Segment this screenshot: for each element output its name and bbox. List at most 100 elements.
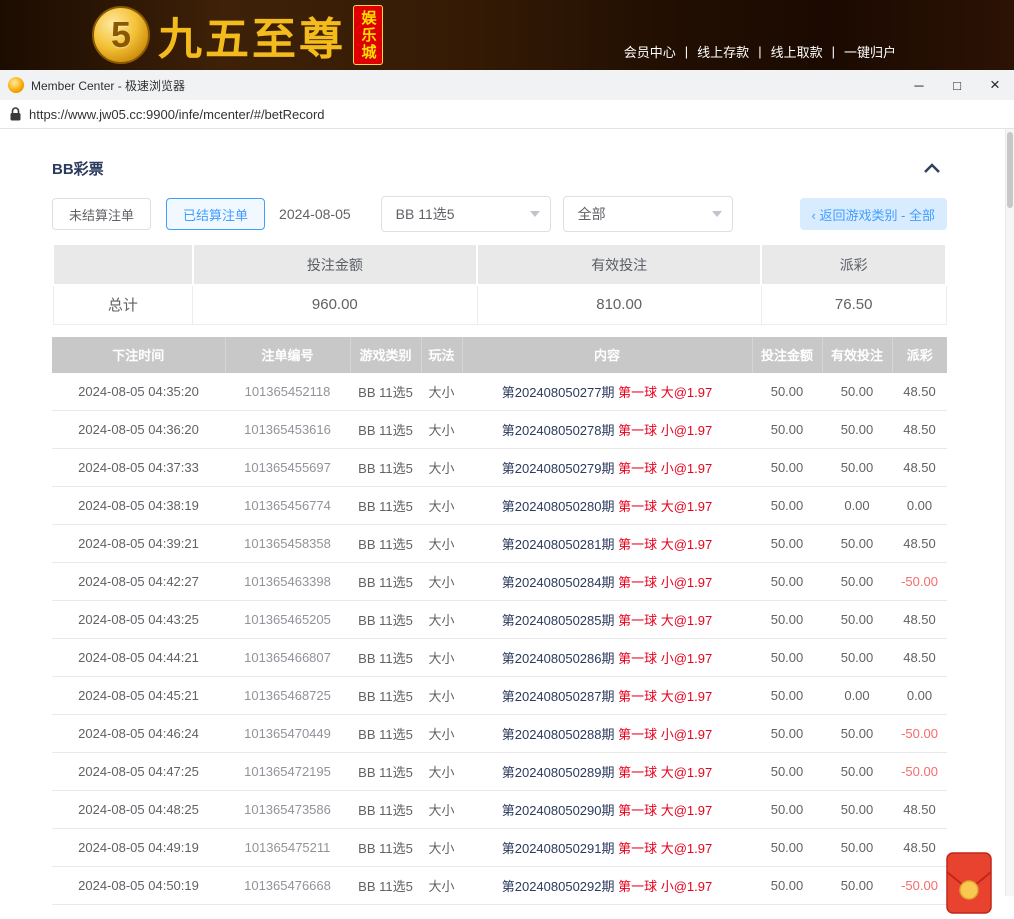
summary-header-valid-bet: 有效投注 <box>477 244 761 285</box>
cell-payout: -50.00 <box>892 753 947 791</box>
nav-withdraw[interactable]: 线上取款 <box>771 42 823 61</box>
cell-order-id: 101365465205 <box>225 601 350 639</box>
cell-game: BB 11选5 <box>350 487 421 525</box>
cell-time: 2024-08-05 04:35:20 <box>52 373 225 411</box>
table-row: 2024-08-05 04:42:27 101365463398 BB 11选5… <box>52 563 947 601</box>
records-table: 下注时间 注单编号 游戏类别 玩法 内容 投注金额 有效投注 派彩 2024-0… <box>52 337 947 906</box>
bet-period: 第202408050285期 <box>502 613 615 628</box>
cell-game: BB 11选5 <box>350 563 421 601</box>
bet-period: 第202408050279期 <box>502 461 615 476</box>
scope-select[interactable]: 全部 <box>563 196 733 232</box>
col-header-order-id: 注单编号 <box>225 337 350 373</box>
cell-content: 第202408050279期 第一球 小@1.97 <box>462 449 752 487</box>
cell-valid-bet: 50.00 <box>822 373 892 411</box>
bet-pick: 第一球 大@1.97 <box>618 803 712 818</box>
cell-order-id: 101365458358 <box>225 525 350 563</box>
bet-pick: 第一球 小@1.97 <box>618 651 712 666</box>
cell-valid-bet: 50.00 <box>822 829 892 867</box>
bet-pick: 第一球 大@1.97 <box>618 385 712 400</box>
cell-time: 2024-08-05 04:44:21 <box>52 639 225 677</box>
summary-valid-bet: 810.00 <box>477 285 761 324</box>
date-picker[interactable]: 2024-08-05 <box>279 206 351 222</box>
cell-time: 2024-08-05 04:36:20 <box>52 411 225 449</box>
game-select[interactable]: BB 11选5 <box>381 196 551 232</box>
summary-header-empty <box>53 244 193 285</box>
cell-play: 大小 <box>421 525 462 563</box>
cell-order-id: 101365475211 <box>225 829 350 867</box>
cell-play: 大小 <box>421 677 462 715</box>
cell-bet-amount: 50.00 <box>752 715 822 753</box>
cell-play: 大小 <box>421 373 462 411</box>
nav-deposit[interactable]: 线上存款 <box>697 42 749 61</box>
cell-bet-amount: 50.00 <box>752 563 822 601</box>
cell-valid-bet: 0.00 <box>822 487 892 525</box>
cell-content: 第202408050286期 第一球 小@1.97 <box>462 639 752 677</box>
filter-bar: 未结算注单 已结算注单 2024-08-05 BB 11选5 全部 ‹ 返回游戏… <box>52 196 947 232</box>
maximize-button[interactable]: □ <box>938 70 976 100</box>
bet-period: 第202408050280期 <box>502 499 615 514</box>
cell-order-id: 101365473586 <box>225 791 350 829</box>
bet-pick: 第一球 大@1.97 <box>618 537 712 552</box>
settled-tab-button[interactable]: 已结算注单 <box>166 198 265 230</box>
cell-order-id: 101365452118 <box>225 373 350 411</box>
section-header: BB彩票 <box>52 159 947 177</box>
scrollbar[interactable] <box>1005 129 1014 896</box>
cell-valid-bet: 50.00 <box>822 715 892 753</box>
cell-bet-amount: 50.00 <box>752 487 822 525</box>
chevron-up-icon[interactable] <box>923 163 947 174</box>
cell-payout: 48.50 <box>892 411 947 449</box>
bet-period: 第202408050291期 <box>502 841 615 856</box>
cell-time: 2024-08-05 04:49:19 <box>52 829 225 867</box>
bet-pick: 第一球 小@1.97 <box>618 575 712 590</box>
address-bar[interactable]: https://www.jw05.cc:9900/infe/mcenter/#/… <box>0 100 1014 129</box>
red-envelope-icon[interactable] <box>946 852 992 919</box>
cell-order-id: 101365455697 <box>225 449 350 487</box>
summary-header-bet-amount: 投注金额 <box>193 244 477 285</box>
cell-play: 大小 <box>421 449 462 487</box>
bet-period: 第202408050287期 <box>502 689 615 704</box>
table-row: 2024-08-05 04:45:21 101365468725 BB 11选5… <box>52 677 947 715</box>
window-controls: ─ □ × <box>900 70 1014 100</box>
cell-time: 2024-08-05 04:37:33 <box>52 449 225 487</box>
cell-bet-amount: 50.00 <box>752 753 822 791</box>
cell-bet-amount: 50.00 <box>752 601 822 639</box>
cell-bet-amount: 50.00 <box>752 677 822 715</box>
bet-period: 第202408050284期 <box>502 575 615 590</box>
back-to-category-button[interactable]: ‹ 返回游戏类别 - 全部 <box>800 198 948 230</box>
table-row: 2024-08-05 04:49:19 101365475211 BB 11选5… <box>52 829 947 867</box>
cell-play: 大小 <box>421 639 462 677</box>
summary-header-row: 投注金额 有效投注 派彩 <box>53 244 946 285</box>
unsettled-tab-button[interactable]: 未结算注单 <box>52 198 151 230</box>
cell-time: 2024-08-05 04:48:25 <box>52 791 225 829</box>
cell-order-id: 101365453616 <box>225 411 350 449</box>
nav-separator: | <box>758 44 761 59</box>
game-select-value: BB 11选5 <box>396 204 455 224</box>
cell-game: BB 11选5 <box>350 601 421 639</box>
nav-member-center[interactable]: 会员中心 <box>624 42 676 61</box>
cell-play: 大小 <box>421 487 462 525</box>
cell-game: BB 11选5 <box>350 791 421 829</box>
cell-valid-bet: 50.00 <box>822 525 892 563</box>
cell-payout: -50.00 <box>892 563 947 601</box>
cell-order-id: 101365470449 <box>225 715 350 753</box>
bet-period: 第202408050290期 <box>502 803 615 818</box>
cell-payout: 0.00 <box>892 677 947 715</box>
bet-record-page: BB彩票 未结算注单 已结算注单 2024-08-05 BB 11选5 全部 ‹… <box>52 159 947 905</box>
chevron-down-icon <box>530 211 540 217</box>
site-favicon-icon <box>8 77 24 93</box>
site-logo[interactable]: 5 九五至尊 娱乐城 <box>92 3 383 67</box>
bet-period: 第202408050281期 <box>502 537 615 552</box>
col-header-play: 玩法 <box>421 337 462 373</box>
cell-payout: 0.00 <box>892 487 947 525</box>
close-button[interactable]: × <box>976 70 1014 100</box>
cell-game: BB 11选5 <box>350 525 421 563</box>
cell-game: BB 11选5 <box>350 753 421 791</box>
scrollbar-thumb[interactable] <box>1007 132 1013 208</box>
cell-payout: 48.50 <box>892 525 947 563</box>
bet-pick: 第一球 小@1.97 <box>618 461 712 476</box>
table-row: 2024-08-05 04:43:25 101365465205 BB 11选5… <box>52 601 947 639</box>
records-tbody: 2024-08-05 04:35:20 101365452118 BB 11选5… <box>52 373 947 905</box>
cell-time: 2024-08-05 04:39:21 <box>52 525 225 563</box>
minimize-button[interactable]: ─ <box>900 70 938 100</box>
nav-one-key-transfer[interactable]: 一键归户 <box>844 42 896 61</box>
